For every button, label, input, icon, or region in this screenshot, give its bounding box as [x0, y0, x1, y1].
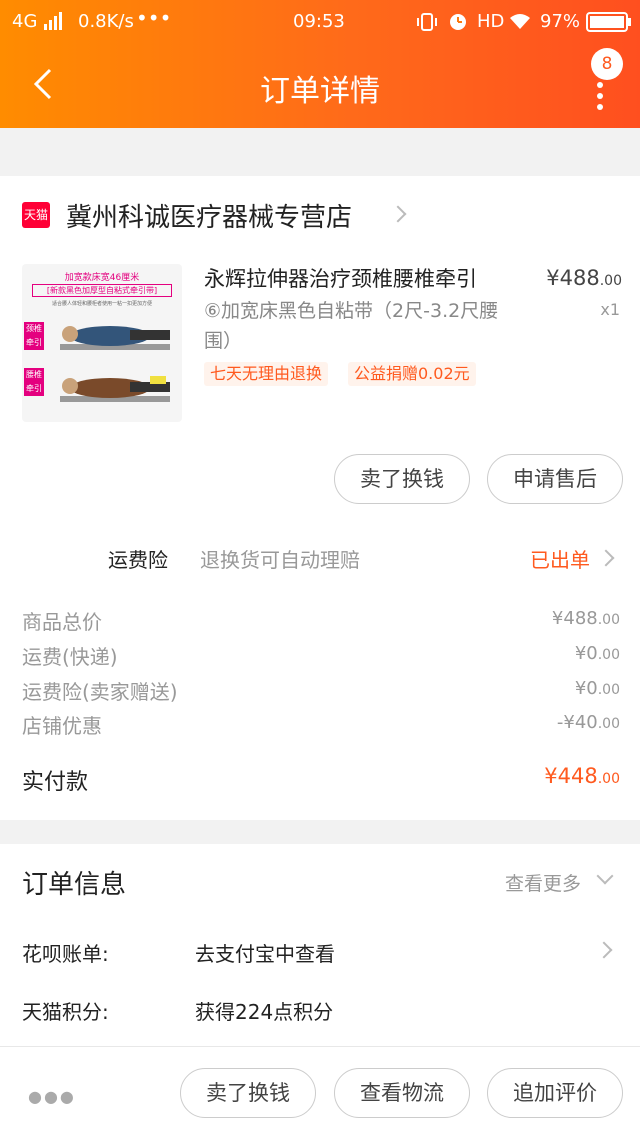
- after-sales-button[interactable]: 申请售后: [487, 454, 623, 504]
- product-photo-icon: [60, 326, 170, 402]
- signal-icon: [44, 12, 64, 35]
- huabei-value[interactable]: 去支付宝中查看: [195, 938, 335, 967]
- network-label: 4G: [12, 11, 38, 32]
- insurance-desc: 退换货可自动理赔: [200, 548, 360, 572]
- tag-seven-day-return: 七天无理由退换: [204, 362, 329, 386]
- cost-value-shipping: ¥0.00: [574, 643, 620, 664]
- product-name[interactable]: 永辉拉伸器治疗颈椎腰椎牵引: [204, 264, 514, 294]
- huabei-label: 花呗账单:: [22, 942, 109, 966]
- cost-label-discount: 店铺优惠: [22, 714, 102, 738]
- speed-label: 0.8K/s: [78, 11, 134, 32]
- thumb-label-waist: 腰椎牵引: [24, 368, 44, 396]
- sell-for-cash-button[interactable]: 卖了换钱: [334, 454, 470, 504]
- nav-bar: 订单详情: [0, 44, 640, 128]
- status-bar: 4G 0.8K/s ••• 09:53 HD 97%: [0, 0, 640, 44]
- wifi-icon: [508, 12, 532, 35]
- cost-value-subtotal: ¥488.00: [551, 608, 620, 629]
- message-count-badge: 8: [591, 48, 623, 80]
- insurance-label: 运费险: [108, 548, 168, 572]
- product-spec: ⑥加宽床黑色自粘带（2尺-3.2尺腰围）: [204, 300, 499, 352]
- price-symbol: ¥: [546, 266, 560, 290]
- view-more-link[interactable]: 查看更多: [505, 869, 581, 896]
- paid-value: ¥448.00: [544, 764, 620, 788]
- view-logistics-button[interactable]: 查看物流: [334, 1068, 470, 1118]
- points-value: 获得224点积分: [195, 1000, 334, 1024]
- add-review-button[interactable]: 追加评价: [487, 1068, 623, 1118]
- insurance-status[interactable]: 已出单: [530, 544, 590, 573]
- clock: 09:53: [293, 11, 345, 32]
- order-info-title: 订单信息: [22, 870, 127, 900]
- hd-label: HD: [477, 11, 505, 32]
- more-menu-button[interactable]: [597, 82, 603, 115]
- shop-name[interactable]: 冀州科诚医疗器械专营店: [66, 197, 352, 234]
- cost-value-insurance: ¥0.00: [574, 678, 620, 699]
- price-dec: .00: [599, 273, 622, 289]
- price-int: 488: [559, 266, 600, 290]
- tag-charity: 公益捐赠0.02元: [348, 362, 476, 386]
- points-label: 天猫积分:: [22, 1000, 109, 1024]
- alarm-icon: [447, 10, 469, 37]
- cost-value-discount: -¥40.00: [556, 712, 620, 733]
- bottom-action-bar: ●●● 卖了换钱 查看物流 追加评价: [0, 1046, 640, 1138]
- product-qty: x1: [600, 300, 620, 319]
- more-actions-icon[interactable]: ●●●: [28, 1087, 76, 1106]
- cost-label-shipping: 运费(快递): [22, 645, 118, 669]
- product-price: ¥488.00: [546, 266, 622, 290]
- thumb-line-1: 加宽款床宽46厘米: [64, 273, 140, 283]
- thumb-label-neck: 颈椎牵引: [24, 322, 44, 350]
- cost-label-subtotal: 商品总价: [22, 610, 102, 634]
- bottom-sell-for-cash-button[interactable]: 卖了换钱: [180, 1068, 316, 1118]
- product-thumbnail[interactable]: 加宽款床宽46厘米 [新款黑色加厚型自粘式牵引带] 适合腰人体轻和腰柜者使用一粘…: [22, 264, 182, 422]
- vibrate-icon: [416, 12, 438, 37]
- battery-label: 97%: [540, 11, 581, 32]
- more-dots-icon: •••: [136, 6, 172, 30]
- cost-label-insurance: 运费险(卖家赠送): [22, 680, 178, 704]
- header: 4G 0.8K/s ••• 09:53 HD 97% 订单详情 8: [0, 0, 640, 128]
- battery-icon: [586, 12, 632, 37]
- paid-label: 实付款: [22, 770, 89, 795]
- thumb-line-3: 适合腰人体轻和腰柜者使用一粘一扣更加方便: [51, 301, 152, 307]
- thumb-line-2: [新款黑色加厚型自粘式牵引带]: [32, 284, 172, 297]
- page-title: 订单详情: [260, 74, 380, 109]
- tmall-icon: 天猫: [22, 202, 50, 228]
